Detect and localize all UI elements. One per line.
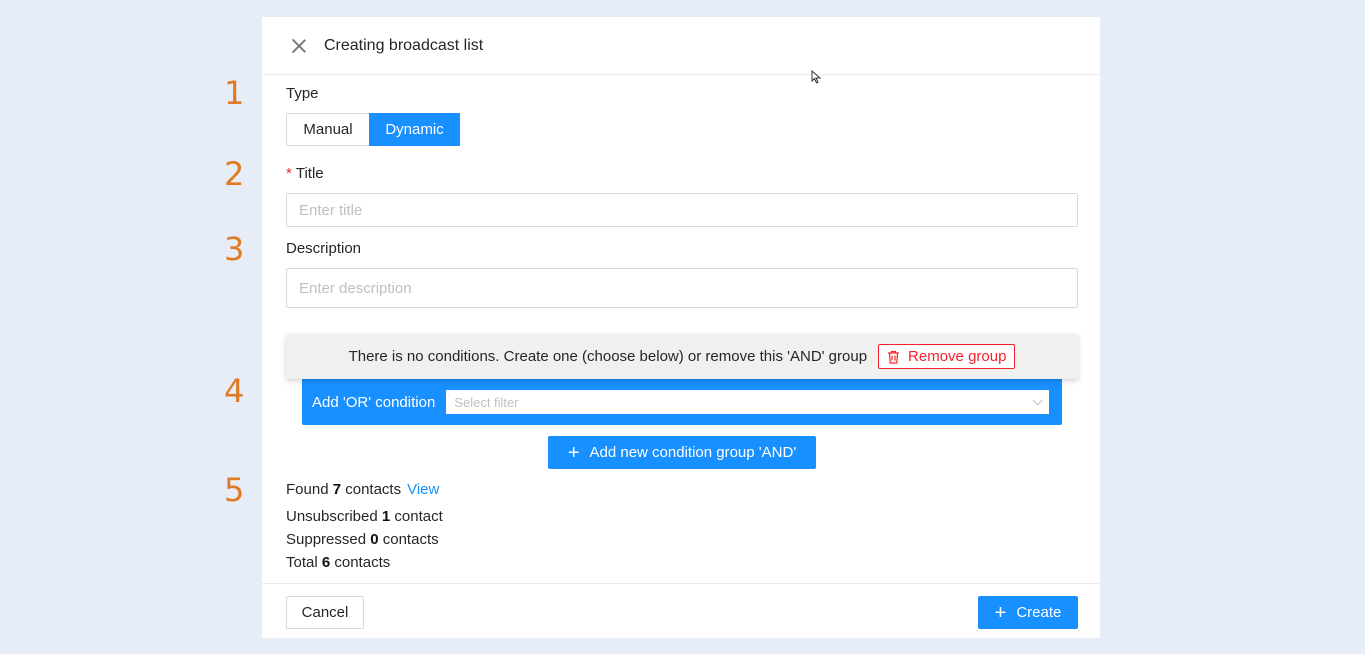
step-number-3: 3	[224, 230, 245, 268]
stat-unsubscribed-suffix: contact	[394, 508, 443, 525]
stat-found-suffix: contacts	[345, 481, 402, 498]
stat-found-prefix: Found	[286, 481, 329, 498]
modal-title: Creating broadcast list	[324, 36, 484, 54]
stat-unsubscribed: Unsubscribed 1 contact	[286, 505, 443, 528]
title-label-text: Title	[295, 165, 324, 182]
plus-icon: +	[994, 601, 1007, 624]
mouse-cursor-icon	[811, 70, 822, 84]
stat-total-prefix: Total	[286, 554, 318, 571]
broadcast-list-modal: Creating broadcast list Type Manual Dyna…	[262, 17, 1100, 638]
step-number-1: 1	[224, 74, 245, 112]
title-label: * Title	[286, 165, 324, 182]
add-and-group-label: Add new condition group 'AND'	[589, 444, 797, 461]
view-contacts-link[interactable]: View	[407, 481, 439, 498]
required-mark: *	[286, 165, 292, 182]
title-input[interactable]	[286, 193, 1078, 227]
plus-icon: +	[567, 441, 580, 464]
empty-conditions-message: There is no conditions. Create one (choo…	[348, 348, 868, 365]
modal-footer: Cancel + Create	[262, 583, 1100, 638]
stat-total: Total 6 contacts	[286, 551, 443, 574]
type-segmented-control: Manual Dynamic	[286, 113, 460, 146]
type-option-dynamic[interactable]: Dynamic	[369, 113, 460, 146]
select-filter-placeholder: Select filter	[454, 394, 519, 410]
stat-unsubscribed-count: 1	[381, 508, 391, 525]
description-input[interactable]	[286, 268, 1078, 308]
trash-icon	[888, 350, 900, 364]
create-button-label: Create	[1016, 604, 1062, 621]
stat-unsubscribed-prefix: Unsubscribed	[286, 508, 378, 525]
cancel-button[interactable]: Cancel	[286, 596, 364, 629]
close-icon[interactable]	[290, 37, 308, 55]
select-filter-dropdown[interactable]: Select filter	[446, 390, 1050, 414]
stat-suppressed: Suppressed 0 contacts	[286, 528, 443, 551]
step-number-2: 2	[224, 155, 245, 193]
contact-stats: Found 7 contacts View Unsubscribed 1 cont…	[286, 480, 443, 574]
or-condition-label: Add 'OR' condition	[312, 393, 436, 411]
type-label: Type	[286, 85, 319, 102]
stat-total-suffix: contacts	[334, 554, 391, 571]
stat-suppressed-suffix: contacts	[382, 531, 439, 548]
remove-group-label: Remove group	[908, 348, 1007, 365]
stat-found: Found 7 contacts View	[286, 480, 443, 505]
condition-group-and: There is no conditions. Create one (choo…	[286, 334, 1078, 379]
chevron-down-icon	[1032, 395, 1043, 405]
create-button[interactable]: + Create	[978, 596, 1078, 629]
step-number-4: 4	[224, 372, 245, 410]
stat-total-count: 6	[321, 554, 331, 571]
stat-suppressed-prefix: Suppressed	[286, 531, 367, 548]
or-condition-bar: Add 'OR' condition Select filter	[302, 379, 1062, 425]
type-option-manual[interactable]: Manual	[286, 113, 369, 146]
stat-suppressed-count: 0	[370, 531, 379, 548]
remove-group-button[interactable]: Remove group	[878, 344, 1016, 369]
add-and-group-button[interactable]: + Add new condition group 'AND'	[548, 436, 816, 469]
step-number-5: 5	[224, 471, 245, 509]
modal-header: Creating broadcast list	[262, 17, 1100, 75]
description-label: Description	[286, 240, 362, 257]
stat-found-count: 7	[332, 481, 342, 498]
